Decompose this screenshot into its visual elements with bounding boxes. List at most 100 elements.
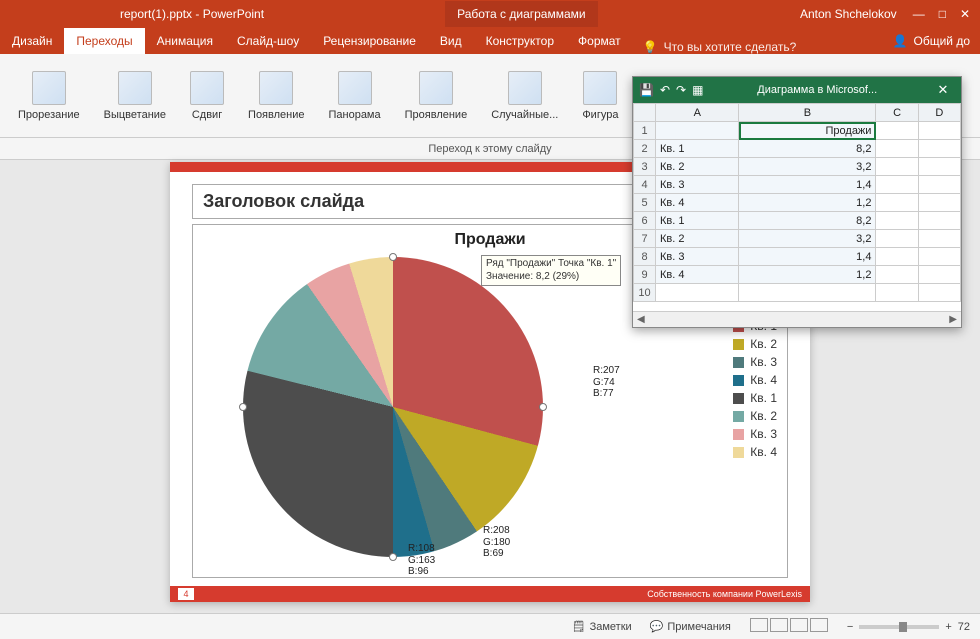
tab-chart-format[interactable]: Формат [566,28,633,54]
tell-me-search[interactable]: 💡 Что вы хотите сделать? [643,40,797,54]
transition-Прорезание[interactable]: Прорезание [8,67,90,125]
save-icon[interactable]: 💾 [639,83,654,97]
zoom-value[interactable]: 72 [958,621,970,633]
table-row[interactable]: 1 Продажи [634,122,961,140]
legend-item[interactable]: Кв. 2 [733,409,777,423]
cell[interactable]: Кв. 1 [656,140,739,158]
cell[interactable]: Кв. 3 [656,176,739,194]
cell[interactable]: 8,2 [739,140,876,158]
row-header[interactable]: 2 [634,140,656,158]
cell[interactable] [918,140,960,158]
legend-item[interactable]: Кв. 4 [733,445,777,459]
table-row[interactable]: 8Кв. 31,4 [634,248,961,266]
row-header[interactable]: 8 [634,248,656,266]
cell[interactable] [876,266,918,284]
scroll-right-icon[interactable]: ▶ [949,314,957,325]
legend-item[interactable]: Кв. 3 [733,355,777,369]
cell[interactable] [656,284,739,302]
cell[interactable] [918,230,960,248]
transition-Случайные...[interactable]: Случайные... [481,67,568,125]
cell[interactable] [656,122,739,140]
cell[interactable]: 3,2 [739,158,876,176]
table-row[interactable]: 10 [634,284,961,302]
table-row[interactable]: 6Кв. 18,2 [634,212,961,230]
row-header[interactable]: 5 [634,194,656,212]
transition-Появление[interactable]: Появление [238,67,314,125]
cell[interactable] [739,284,876,302]
tab-animations[interactable]: Анимация [145,28,225,54]
cell[interactable]: Кв. 2 [656,158,739,176]
transition-Фигура[interactable]: Фигура [572,67,628,125]
cell[interactable]: Кв. 1 [656,212,739,230]
cell[interactable]: 1,2 [739,266,876,284]
table-row[interactable]: 2Кв. 18,2 [634,140,961,158]
cell[interactable] [918,212,960,230]
row-header[interactable]: 9 [634,266,656,284]
row-header[interactable]: 1 [634,122,656,140]
cell[interactable]: 1,2 [739,194,876,212]
cell[interactable] [876,230,918,248]
cell[interactable] [876,284,918,302]
tab-chart-design[interactable]: Конструктор [474,28,566,54]
cell[interactable] [876,212,918,230]
tab-slideshow[interactable]: Слайд-шоу [225,28,311,54]
cell[interactable] [876,140,918,158]
cell[interactable]: 1,4 [739,176,876,194]
excel-data-window[interactable]: 💾 ↶ ↷ ▦ Диаграмма в Microsof... ✕ ABCD1П… [632,76,962,328]
table-row[interactable]: 9Кв. 41,2 [634,266,961,284]
legend-item[interactable]: Кв. 3 [733,427,777,441]
cell[interactable] [918,266,960,284]
undo-icon[interactable]: ↶ [660,83,670,97]
column-header[interactable]: C [876,104,918,122]
zoom-out-icon[interactable]: − [847,621,853,633]
column-header[interactable] [634,104,656,122]
cell[interactable] [876,248,918,266]
cell[interactable] [876,158,918,176]
excel-titlebar[interactable]: 💾 ↶ ↷ ▦ Диаграмма в Microsof... ✕ [633,77,961,103]
legend-item[interactable]: Кв. 4 [733,373,777,387]
tab-design[interactable]: Дизайн [0,28,64,54]
share-button[interactable]: 👤 Общий до [883,28,980,54]
column-header[interactable]: B [739,104,876,122]
user-name[interactable]: Anton Shchelokov [763,7,903,21]
legend-item[interactable]: Кв. 1 [733,391,777,405]
spreadsheet-grid[interactable]: ABCD1Продажи2Кв. 18,23Кв. 23,24Кв. 31,45… [633,103,961,302]
scroll-left-icon[interactable]: ◀ [637,314,645,325]
cell[interactable] [918,284,960,302]
transition-Сдвиг[interactable]: Сдвиг [180,67,234,125]
close-icon[interactable]: ✕ [960,7,970,21]
selection-handle[interactable] [389,253,397,261]
cell[interactable] [918,122,960,140]
cell[interactable]: Продажи [739,122,876,140]
table-row[interactable]: 5Кв. 41,2 [634,194,961,212]
row-header[interactable]: 4 [634,176,656,194]
maximize-icon[interactable]: □ [939,7,946,21]
tab-transitions[interactable]: Переходы [64,28,144,54]
zoom-in-icon[interactable]: + [945,621,951,633]
zoom-slider[interactable] [859,625,939,629]
row-header[interactable]: 3 [634,158,656,176]
cell[interactable]: 3,2 [739,230,876,248]
column-header[interactable]: D [918,104,960,122]
cell[interactable] [918,194,960,212]
table-row[interactable]: 4Кв. 31,4 [634,176,961,194]
cell[interactable] [876,176,918,194]
view-switcher[interactable] [749,618,829,635]
table-row[interactable]: 3Кв. 23,2 [634,158,961,176]
notes-button[interactable]: 🗒Заметки [572,620,632,633]
cell[interactable] [918,176,960,194]
excel-scrollbar[interactable]: ◀ ▶ [633,311,961,327]
tab-view[interactable]: Вид [428,28,474,54]
selection-handle[interactable] [389,553,397,561]
cell[interactable]: Кв. 3 [656,248,739,266]
cell[interactable]: Кв. 4 [656,194,739,212]
chart-legend[interactable]: Кв. 1Кв. 2Кв. 3Кв. 4Кв. 1Кв. 2Кв. 3Кв. 4 [733,315,777,463]
transition-Выцветание[interactable]: Выцветание [94,67,176,125]
table-row[interactable]: 7Кв. 23,2 [634,230,961,248]
pie-chart[interactable] [243,257,543,557]
excel-close-icon[interactable]: ✕ [931,82,955,98]
cell[interactable] [918,158,960,176]
redo-icon[interactable]: ↷ [676,83,686,97]
row-header[interactable]: 10 [634,284,656,302]
sheet-icon[interactable]: ▦ [692,83,703,97]
